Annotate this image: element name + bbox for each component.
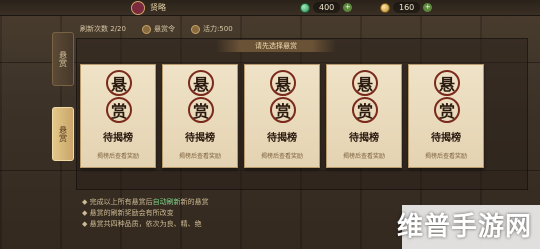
card-subtitle: 揭榜后查看奖励 [178, 153, 221, 160]
coin-icon [380, 2, 390, 13]
jade-gem-icon [300, 2, 310, 13]
card-title: 待揭榜 [103, 133, 133, 144]
card-subtitle: 揭榜后查看奖励 [424, 153, 467, 160]
rule-note: ◆ 悬赏共四种品质，依次为良、精、绝 [82, 220, 202, 228]
card-subtitle: 揭榜后查看奖励 [260, 153, 303, 160]
jade-resource: 400 + [300, 1, 353, 14]
bounty-token: 悬赏令 [141, 24, 175, 34]
add-coin-button[interactable]: + [423, 3, 433, 12]
tab-bounty-2[interactable]: 悬赏 [52, 107, 74, 161]
bounty-rules-notes: ◆ 完成以上所有悬赏后自动刷新新的悬赏 ◆ 悬赏的刷新奖励会有所改变 ◆ 悬赏共… [82, 197, 209, 230]
card-subtitle: 揭榜后查看奖励 [342, 153, 385, 160]
bounty-card-3[interactable]: 悬 赏 待揭榜 揭榜后查看奖励 [244, 64, 320, 168]
bounty-seal-icon: 赏 [270, 97, 296, 123]
bounty-card-1[interactable]: 悬 赏 待揭榜 揭榜后查看奖励 [80, 64, 156, 168]
card-title: 待揭榜 [185, 133, 215, 144]
site-watermark: 维普手游网 [396, 212, 532, 242]
vigor-icon [190, 24, 200, 34]
rule-note: ◆ 完成以上所有悬赏后自动刷新新的悬赏 [82, 198, 209, 206]
bounty-seal-icon: 赏 [188, 97, 214, 123]
card-subtitle: 揭榜后查看奖励 [96, 153, 139, 160]
side-tab-bar: 悬赏 悬赏 [52, 22, 74, 182]
bounty-seal-icon: 赏 [352, 97, 378, 123]
bounty-seal-icon: 悬 [352, 70, 378, 96]
bounty-card-5[interactable]: 悬 赏 待揭榜 揭榜后查看奖励 [408, 64, 484, 168]
bounty-info-row: 刷新次数 2/20 悬赏令 活力:500 [80, 23, 233, 35]
player-avatar[interactable] [131, 1, 145, 15]
bounty-token-icon [141, 24, 151, 34]
bounty-card-4[interactable]: 悬 赏 待揭榜 揭榜后查看奖励 [326, 64, 402, 168]
add-jade-button[interactable]: + [343, 3, 353, 12]
refresh-count: 刷新次数 2/20 [80, 25, 126, 33]
card-title: 待揭榜 [349, 133, 379, 144]
jade-amount: 400 [313, 2, 341, 13]
coin-resource: 160 + [380, 1, 433, 14]
card-title: 待揭榜 [431, 133, 461, 144]
bounty-seal-icon: 悬 [270, 70, 296, 96]
bounty-seal-icon: 赏 [434, 97, 460, 123]
card-title: 待揭榜 [267, 133, 297, 144]
rule-note: ◆ 悬赏的刷新奖励会有所改变 [82, 209, 174, 217]
bounty-seal-icon: 悬 [106, 70, 132, 96]
board-banner: 请先选择悬赏 [216, 40, 336, 52]
vigor-display: 活力:500 [190, 24, 233, 34]
bounty-seal-icon: 悬 [434, 70, 460, 96]
bounty-card-2[interactable]: 悬 赏 待揭榜 揭榜后查看奖励 [162, 64, 238, 168]
bounty-seal-icon: 赏 [106, 97, 132, 123]
bounty-seal-icon: 悬 [188, 70, 214, 96]
player-name: 贤略 [150, 3, 166, 12]
tab-bounty-1[interactable]: 悬赏 [52, 32, 74, 86]
coin-amount: 160 [393, 2, 421, 13]
top-status-bar: 贤略 400 + 160 + [0, 0, 540, 16]
